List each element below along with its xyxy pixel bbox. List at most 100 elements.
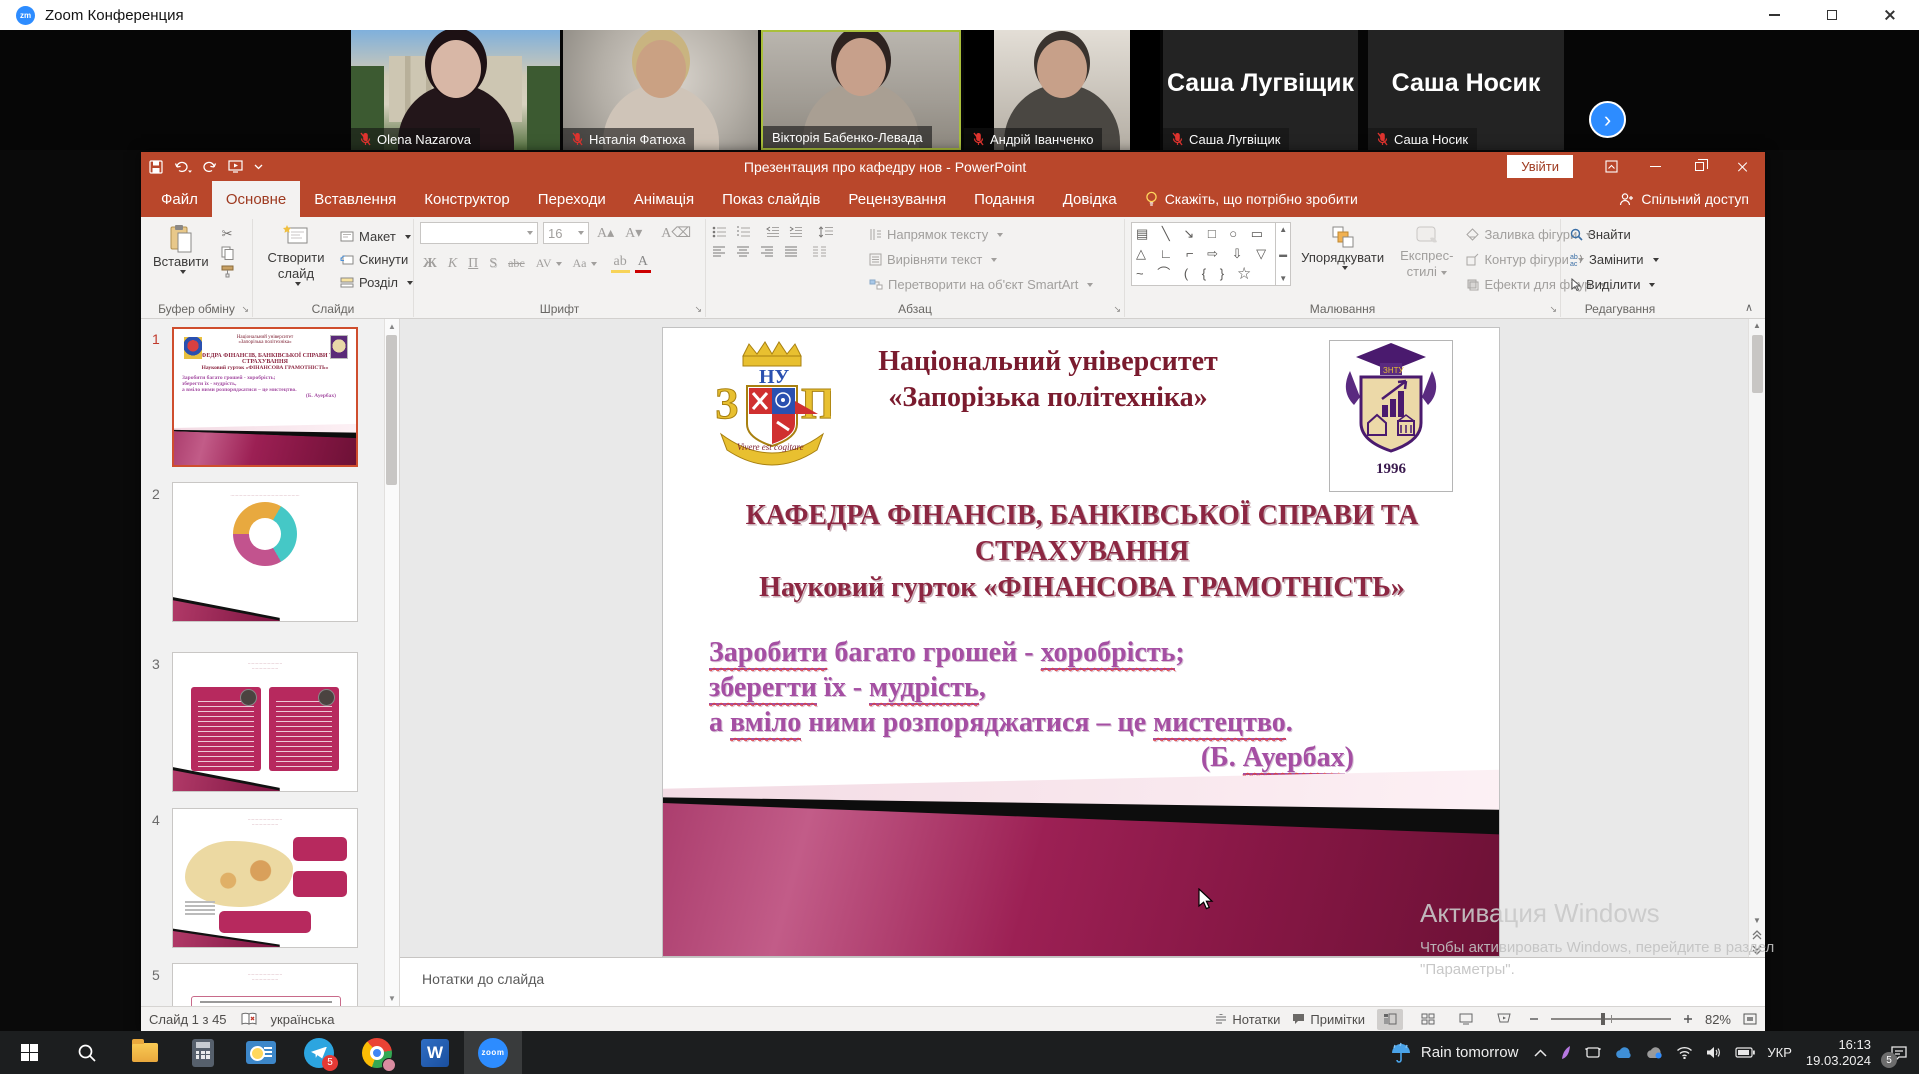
volume-icon[interactable] — [1706, 1046, 1722, 1059]
taskbar-file-explorer[interactable] — [116, 1031, 174, 1074]
tab-file[interactable]: Файл — [147, 181, 212, 217]
panel-scrollbar-thumb[interactable] — [386, 335, 397, 485]
italic-button[interactable]: К — [445, 256, 460, 272]
slide-thumbnail-3[interactable]: ········································… — [172, 652, 358, 792]
window-restore-button[interactable] — [1677, 152, 1721, 181]
comments-toggle[interactable]: Примітки — [1292, 1012, 1365, 1027]
tab-view[interactable]: Подання — [960, 181, 1049, 217]
strikethrough-button[interactable]: abc — [505, 256, 528, 271]
slide-editor[interactable]: НУ З П Vivere est cogitare — [662, 327, 1500, 957]
sign-in-button[interactable]: Увійти — [1507, 155, 1573, 178]
cut-button[interactable]: ✂ — [219, 225, 236, 242]
collapse-ribbon-button[interactable]: ∧ — [1745, 301, 1753, 314]
paste-button[interactable]: Вставити — [147, 222, 215, 301]
normal-view-button[interactable] — [1377, 1009, 1403, 1030]
increase-indent-icon[interactable] — [789, 226, 803, 238]
device-cast-icon[interactable] — [1585, 1046, 1601, 1059]
taskbar-calculator[interactable] — [174, 1031, 232, 1074]
spellcheck-icon[interactable] — [241, 1012, 257, 1026]
maximize-button[interactable] — [1803, 0, 1861, 30]
columns-icon[interactable] — [812, 246, 828, 257]
taskbar-chrome[interactable] — [348, 1031, 406, 1074]
undo-icon[interactable] — [174, 160, 192, 173]
participant-tile-novideo[interactable]: Саша Лугвіщик Саша Лугвіщик — [1163, 30, 1358, 150]
start-button[interactable] — [0, 1031, 58, 1074]
slide-sorter-view-button[interactable] — [1415, 1009, 1441, 1030]
canvas-scrollbar-thumb[interactable] — [1752, 335, 1763, 393]
reading-view-button[interactable] — [1453, 1009, 1479, 1030]
fit-slide-button[interactable] — [1743, 1013, 1757, 1025]
arrange-button[interactable]: Упорядкувати — [1295, 222, 1390, 301]
participant-tile[interactable]: Андрій Іванченко — [964, 30, 1160, 150]
battery-icon[interactable] — [1735, 1047, 1755, 1058]
taskbar-word[interactable]: W — [406, 1031, 464, 1074]
section-button[interactable]: Розділ — [337, 272, 416, 293]
drawing-dialog-launcher[interactable]: ↘ — [1549, 304, 1557, 315]
slide-thumbnail-5[interactable]: ········································… — [172, 963, 358, 1006]
font-size-combo[interactable]: 16 — [543, 222, 589, 244]
start-slideshow-icon[interactable] — [228, 160, 243, 173]
underline-button[interactable]: П — [465, 256, 481, 272]
slide-thumbnail-2[interactable]: ········································… — [172, 482, 358, 622]
taskbar-clock[interactable]: 16:13 19.03.2024 — [1798, 1037, 1879, 1069]
save-icon[interactable] — [149, 160, 163, 174]
redo-icon[interactable] — [203, 160, 217, 173]
minimize-button[interactable] — [1745, 0, 1803, 30]
font-name-combo[interactable] — [420, 222, 538, 244]
replace-button[interactable]: abac Замінити — [1567, 249, 1662, 270]
tab-transitions[interactable]: Переходи — [524, 181, 620, 217]
font-dialog-launcher[interactable]: ↘ — [694, 304, 702, 315]
window-minimize-button[interactable] — [1633, 152, 1677, 181]
taskbar-search-button[interactable] — [58, 1031, 116, 1074]
wifi-icon[interactable] — [1676, 1046, 1693, 1059]
tab-review[interactable]: Рецензування — [834, 181, 960, 217]
text-direction-button[interactable]: Напрямок тексту — [866, 224, 1096, 245]
tab-slideshow[interactable]: Показ слайдів — [708, 181, 834, 217]
line-spacing-icon[interactable] — [818, 226, 834, 238]
shrink-font-button[interactable]: А▾ — [622, 225, 645, 242]
participant-tile-novideo[interactable]: Саша Носик Саша Носик — [1368, 30, 1564, 150]
paragraph-dialog-launcher[interactable]: ↘ — [1113, 304, 1121, 315]
tab-animations[interactable]: Анімація — [620, 181, 708, 217]
taskbar-telegram[interactable]: 5 — [290, 1031, 348, 1074]
tab-design[interactable]: Конструктор — [410, 181, 524, 217]
participant-tile[interactable]: Olena Nazarova — [351, 30, 560, 150]
character-spacing-button[interactable]: AV — [533, 256, 565, 271]
window-close-button[interactable] — [1721, 152, 1765, 181]
tab-insert[interactable]: Вставлення — [300, 181, 410, 217]
grow-font-button[interactable]: А▴ — [594, 225, 617, 242]
slideshow-view-button[interactable] — [1491, 1009, 1517, 1030]
slide-thumbnail-4[interactable]: ········································… — [172, 808, 358, 948]
select-button[interactable]: Виділити — [1567, 274, 1662, 295]
zoom-out-button[interactable] — [1529, 1014, 1539, 1024]
cloud-sync-icon[interactable] — [1645, 1046, 1663, 1059]
decrease-indent-icon[interactable] — [766, 226, 780, 238]
convert-smartart-button[interactable]: Перетворити на об'єкт SmartArt — [866, 274, 1096, 295]
layout-button[interactable]: Макет — [337, 226, 416, 247]
slide-thumbnail-1[interactable]: Національний університет «Запорізька пол… — [172, 327, 358, 467]
find-button[interactable]: Знайти — [1567, 224, 1662, 245]
format-painter-button[interactable] — [219, 263, 236, 280]
clipboard-dialog-launcher[interactable]: ↘ — [241, 304, 249, 315]
bullets-icon[interactable] — [712, 226, 727, 238]
numbering-icon[interactable] — [736, 226, 751, 238]
tell-me-box[interactable]: Скажіть, що потрібно зробити — [1145, 181, 1358, 217]
tab-help[interactable]: Довідка — [1049, 181, 1131, 217]
ribbon-display-options-button[interactable] — [1589, 152, 1633, 181]
onedrive-icon[interactable] — [1614, 1047, 1632, 1059]
quick-styles-button[interactable]: Експрес- стилі — [1394, 222, 1459, 301]
zoom-slider-thumb[interactable] — [1601, 1013, 1605, 1025]
shapes-gallery[interactable]: ▤ ╲ ↘ □ ○ ▭ △ ∟ ⌐ ⇨ ⇩ ▽ ~ ⌒ ( { } ☆ ▲ ▬ … — [1131, 222, 1291, 286]
close-button[interactable] — [1861, 0, 1919, 30]
align-left-icon[interactable] — [712, 246, 726, 257]
justify-icon[interactable] — [784, 246, 798, 257]
text-shadow-button[interactable]: S — [486, 256, 500, 272]
next-participants-page-button[interactable]: › — [1589, 101, 1626, 138]
language-indicator[interactable]: українська — [271, 1012, 335, 1027]
share-button[interactable]: Спільний доступ — [1619, 181, 1765, 217]
align-center-icon[interactable] — [736, 246, 750, 257]
keyboard-language-indicator[interactable]: УКР — [1761, 1045, 1798, 1060]
change-case-button[interactable]: Aa — [570, 256, 600, 271]
copy-button[interactable] — [219, 244, 236, 261]
shapes-gallery-scroll[interactable]: ▲ ▬ ▼ — [1275, 223, 1290, 285]
